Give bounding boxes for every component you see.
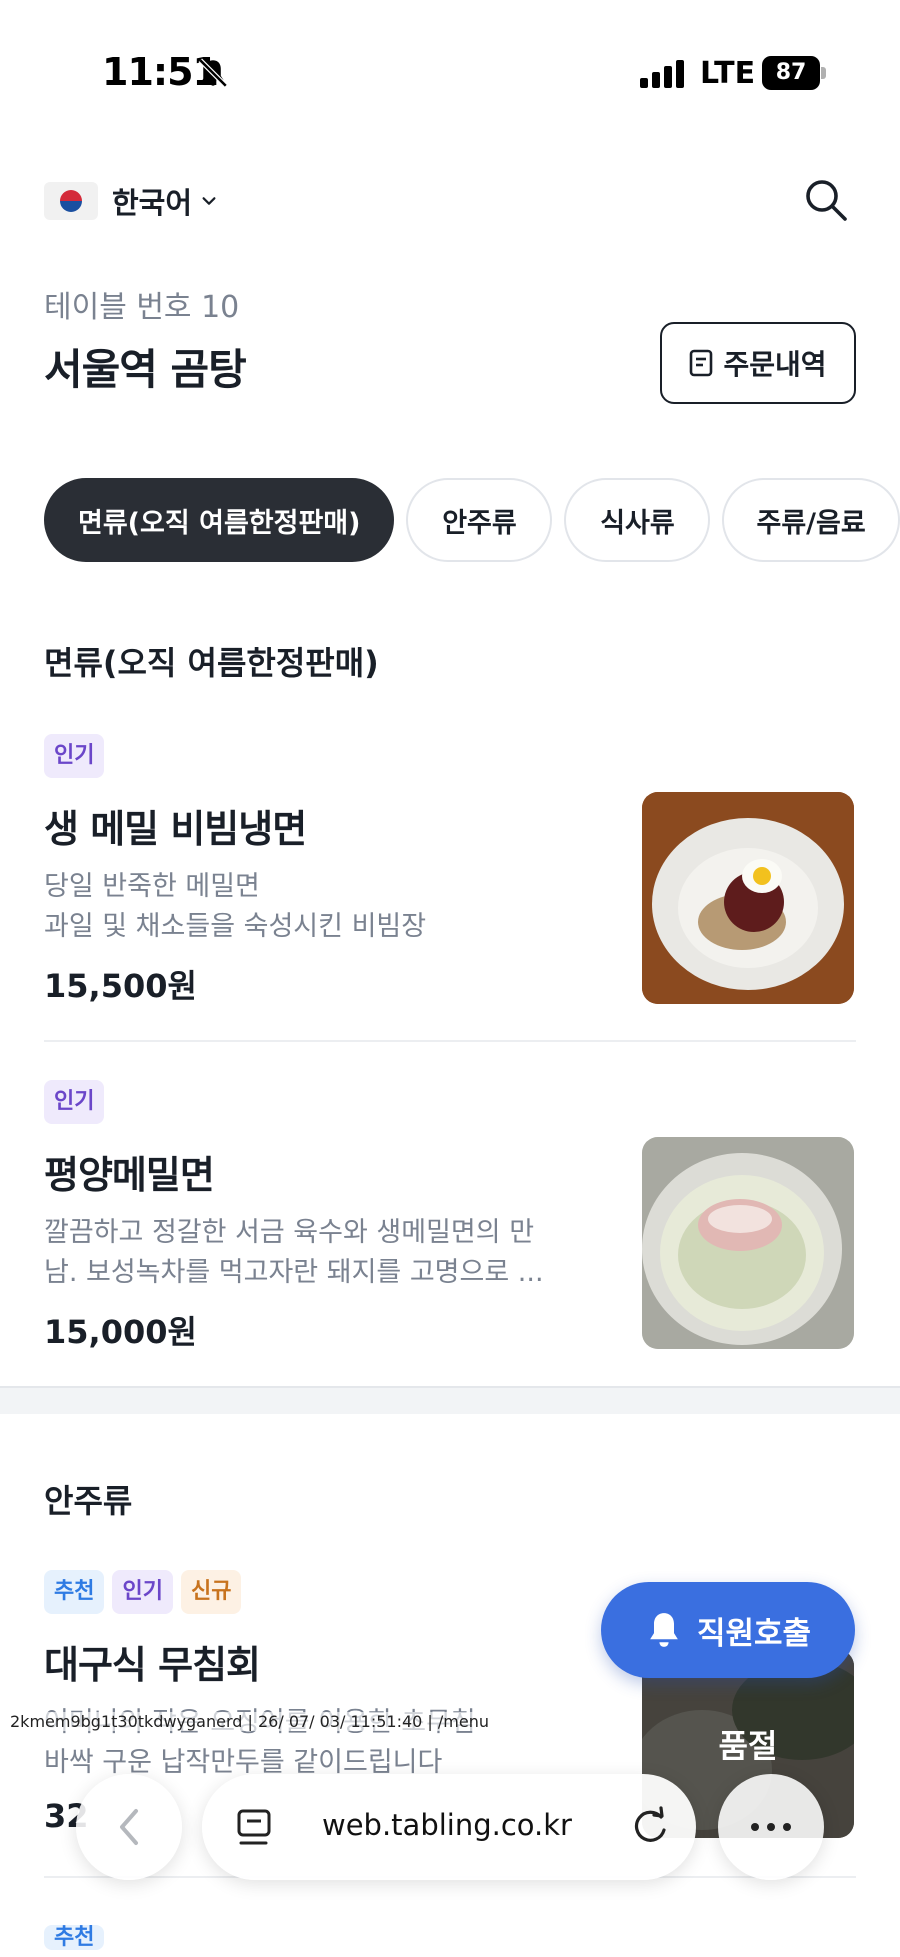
more-dots-icon — [751, 1823, 791, 1831]
next-item-badges: 추천 — [44, 1916, 105, 1957]
battery-level: 87 — [762, 56, 820, 90]
item-description: 깔끔하고 정갈한 서금 육수와 생메밀면의 만 남. 보성녹차를 먹고자란 돼지… — [44, 1217, 544, 1288]
language-label: 한국어 — [112, 186, 193, 220]
item-photo-bibim-naengmyeon[interactable] — [642, 792, 854, 1004]
tabs-icon[interactable] — [236, 1808, 274, 1848]
badge-popular: 인기 — [44, 1080, 105, 1124]
reload-icon[interactable] — [630, 1806, 670, 1848]
url-text: web.tabling.co.kr — [322, 1808, 572, 1842]
category-tab-noodles[interactable]: 면류(오직 여름한정판매) — [44, 478, 395, 562]
table-number: 테이블 번호 10 — [44, 290, 240, 325]
bell-icon — [650, 1613, 678, 1647]
badge-new: 신규 — [180, 1570, 242, 1614]
search-icon[interactable] — [802, 176, 850, 224]
back-button[interactable] — [76, 1774, 182, 1880]
section-title: 안주류 — [44, 1482, 133, 1520]
badge-popular: 인기 — [44, 734, 105, 778]
badge-popular: 인기 — [112, 1570, 173, 1614]
store-name: 서울역 곰탕 — [44, 345, 247, 394]
item-description: 당일 반죽한 메밀면 과일 및 채소들을 숙성시킨 비빔장 — [44, 871, 427, 942]
badge-recommended: 추천 — [44, 1925, 105, 1950]
network-type: LTE — [700, 56, 756, 91]
order-history-button[interactable]: 주문내역 — [660, 322, 856, 404]
address-bar[interactable]: web.tabling.co.kr — [202, 1774, 696, 1880]
staff-call-button[interactable]: 직원호출 — [601, 1582, 855, 1678]
section-title: 면류(오직 여름한정판매) — [44, 644, 379, 682]
chevron-left-icon — [120, 1809, 138, 1845]
sold-out-label: 품절 — [718, 1727, 778, 1765]
category-tabs: 면류(오직 여름한정판매) 안주류 식사류 주류/음료 — [44, 478, 900, 562]
signal-icon — [640, 60, 686, 88]
section-separator — [0, 1386, 900, 1414]
receipt-icon — [690, 349, 713, 377]
category-tab-sides[interactable]: 안주류 — [406, 478, 553, 562]
debug-info: 2kmem9bg1t30tkdwyganerd | 26/ 07/ 03/ 11… — [10, 1712, 490, 1731]
item-photo-pyeongyang-naengmyeon[interactable] — [642, 1137, 854, 1349]
order-history-label: 주문내역 — [723, 348, 827, 381]
language-selector[interactable]: 한국어 — [44, 178, 218, 224]
bell-off-icon — [198, 58, 228, 88]
battery-icon: 87 — [762, 56, 826, 90]
category-tab-meals[interactable]: 식사류 — [564, 478, 711, 562]
korea-flag-icon — [44, 182, 98, 220]
category-tab-drinks[interactable]: 주류/음료 — [722, 478, 900, 562]
chevron-down-icon — [202, 197, 216, 205]
more-button[interactable] — [718, 1774, 824, 1880]
badge-recommended: 추천 — [44, 1570, 105, 1614]
divider — [44, 1040, 856, 1042]
status-bar: 11:51 LTE 87 — [0, 0, 900, 150]
staff-call-label: 직원호출 — [696, 1615, 812, 1652]
